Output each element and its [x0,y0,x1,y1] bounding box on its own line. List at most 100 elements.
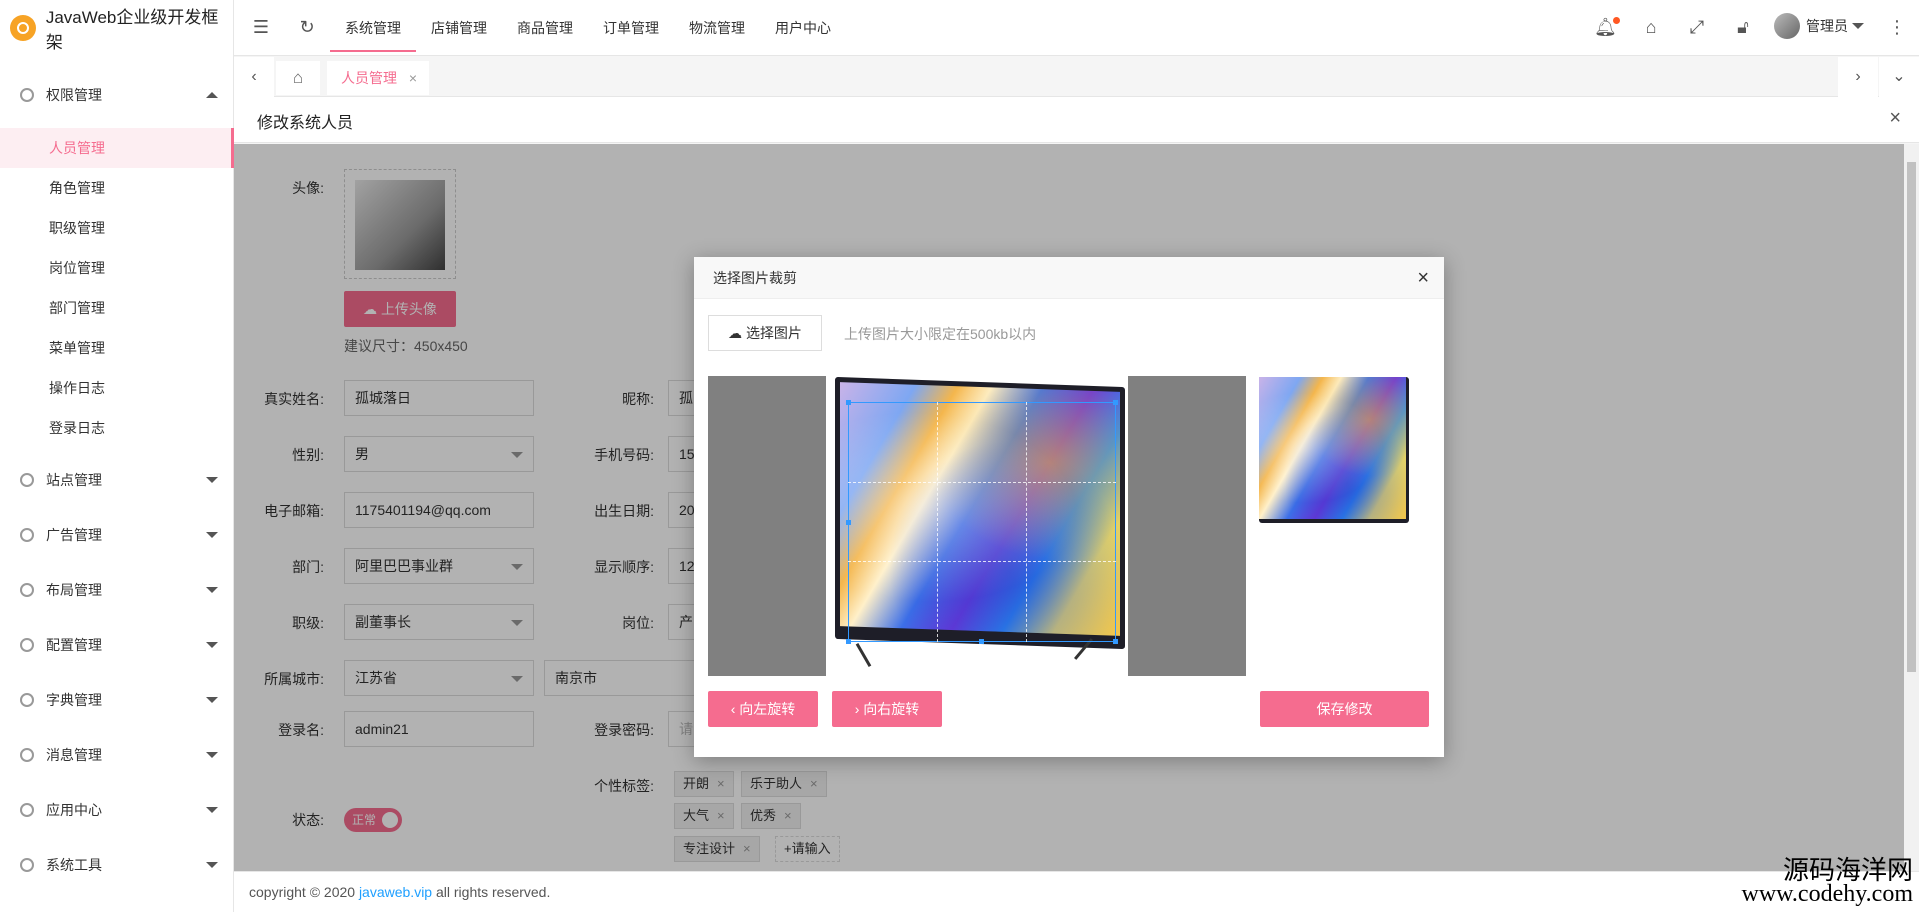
copyright-text: copyright © 2020 [249,884,359,900]
tabs-prev-icon[interactable]: ‹ [234,57,274,97]
gear-icon [20,693,34,707]
gear-icon [20,583,34,597]
gear-icon [20,88,34,102]
save-changes-button[interactable]: 保存修改 [1260,691,1429,727]
more-icon[interactable]: ⋮ [1886,16,1908,38]
footer-link[interactable]: javaweb.vip [359,884,432,900]
refresh-icon[interactable]: ↻ [296,16,318,38]
logo-icon [10,15,36,41]
crop-handle[interactable] [846,639,851,644]
chevron-up-icon [206,92,218,98]
preview-tv-image [1259,377,1409,523]
scrollbar-thumb[interactable] [1907,162,1916,672]
sidebar-group-layout[interactable]: 布局管理 [0,570,234,610]
gear-icon [20,803,34,817]
scrollbar[interactable] [1904,144,1919,871]
close-icon[interactable]: × [409,61,417,95]
sidebar-group-label: 消息管理 [46,747,102,763]
chevron-down-icon [1852,23,1864,29]
crop-guide [848,482,1116,562]
cropper-canvas[interactable] [826,376,1128,676]
nav-user-center[interactable]: 用户中心 [760,0,846,52]
gear-icon [20,858,34,872]
tabs-next-icon[interactable]: › [1838,57,1878,97]
chevron-down-icon [206,752,218,758]
sidebar-item-users[interactable]: 人员管理 [0,128,234,168]
chevron-down-icon [206,587,218,593]
chevron-down-icon [206,477,218,483]
sidebar-group-label: 布局管理 [46,582,102,598]
chevron-down-icon [206,642,218,648]
home-icon[interactable]: ⌂ [276,61,320,95]
sidebar-group-ads[interactable]: 广告管理 [0,515,234,555]
crop-handle[interactable] [846,520,851,525]
sidebar-item-ranks[interactable]: 职级管理 [0,208,234,248]
nav-goods[interactable]: 商品管理 [502,0,588,52]
rotate-right-label: 向右旋转 [863,701,920,717]
page-title: 修改系统人员 [257,115,354,132]
crop-handle[interactable] [979,639,984,644]
tabs-bar: ‹ ⌂ 人员管理 × › ⌄ [234,57,1919,97]
collapse-menu-icon[interactable]: ☰ [250,16,272,38]
dialog-header: 选择图片裁剪 × [694,257,1444,299]
sidebar-group-label: 广告管理 [46,527,102,543]
avatar [1774,13,1800,39]
sidebar-group-message[interactable]: 消息管理 [0,735,234,775]
gear-icon [20,528,34,542]
page-header: 修改系统人员 × [234,97,1919,143]
sidebar-group-dict[interactable]: 字典管理 [0,680,234,720]
sidebar-group-label: 字典管理 [46,692,102,708]
crop-preview [1259,377,1409,527]
close-icon[interactable]: × [1889,107,1901,130]
sidebar-group-permission[interactable]: 权限管理 [0,75,234,115]
app-title: JavaWeb企业级开发框架 [45,8,219,52]
rotate-left-label: 向左旋转 [739,701,796,717]
lock-icon[interactable]: 🔓︎ [1732,16,1754,38]
sidebar-group-site[interactable]: 站点管理 [0,460,234,500]
choose-image-button[interactable]: ☁ 选择图片 [708,315,822,351]
close-icon[interactable]: × [1417,257,1429,299]
top-navbar: ☰ ↻ 系统管理 店铺管理 商品管理 订单管理 物流管理 用户中心 🔔︎ ⌂ ⤢… [234,0,1919,56]
sidebar-group-label: 系统工具 [46,857,102,873]
sidebar-group-label: 权限管理 [46,87,102,103]
notification-dot [1613,17,1620,24]
tab-users[interactable]: 人员管理 × [327,61,429,95]
sidebar-group-apps[interactable]: 应用中心 [0,790,234,830]
sidebar-item-posts[interactable]: 岗位管理 [0,248,234,288]
gear-icon [20,473,34,487]
tabs-dropdown-icon[interactable]: ⌄ [1879,57,1919,97]
copyright-suffix: all rights reserved. [432,884,551,900]
crop-handle[interactable] [1113,400,1118,405]
crop-dialog: 选择图片裁剪 × ☁ 选择图片 上传图片大小限定在500kb以内 ‹ 向左旋转 … [694,257,1444,757]
screen-swirl [1259,377,1406,519]
fullscreen-icon[interactable]: ⤢ [1686,16,1708,38]
sidebar-group-label: 应用中心 [46,802,102,818]
footer: copyright © 2020 javaweb.vip all rights … [234,871,1919,912]
choose-image-label: 选择图片 [745,325,802,341]
chevron-down-icon [206,532,218,538]
user-name: 管理员 [1806,18,1848,34]
sidebar-item-depts[interactable]: 部门管理 [0,288,234,328]
sidebar-item-menus[interactable]: 菜单管理 [0,328,234,368]
sidebar-group-config[interactable]: 配置管理 [0,625,234,665]
cropper-right-mask [1128,376,1246,676]
crop-handle[interactable] [846,400,851,405]
user-menu[interactable]: 管理员 [1774,13,1864,39]
watermark: 源码海洋网 www.codehy.com [1741,850,1913,908]
nav-logistics[interactable]: 物流管理 [674,0,760,52]
nav-shop[interactable]: 店铺管理 [416,0,502,52]
nav-orders[interactable]: 订单管理 [588,0,674,52]
tag-icon[interactable]: ⌂ [1640,16,1662,38]
rotate-left-button[interactable]: ‹ 向左旋转 [708,691,818,727]
sidebar-item-roles[interactable]: 角色管理 [0,168,234,208]
chevron-down-icon [206,697,218,703]
nav-system[interactable]: 系统管理 [330,0,416,52]
sidebar-item-oplog[interactable]: 操作日志 [0,368,234,408]
sidebar-group-tools[interactable]: 系统工具 [0,845,234,885]
gear-icon [20,638,34,652]
crop-handle[interactable] [1113,639,1118,644]
sidebar-item-loginlog[interactable]: 登录日志 [0,408,234,448]
rotate-right-button[interactable]: › 向右旋转 [832,691,942,727]
watermark-line2: www.codehy.com [1741,881,1913,907]
app-logo[interactable]: JavaWeb企业级开发框架 [0,0,234,56]
